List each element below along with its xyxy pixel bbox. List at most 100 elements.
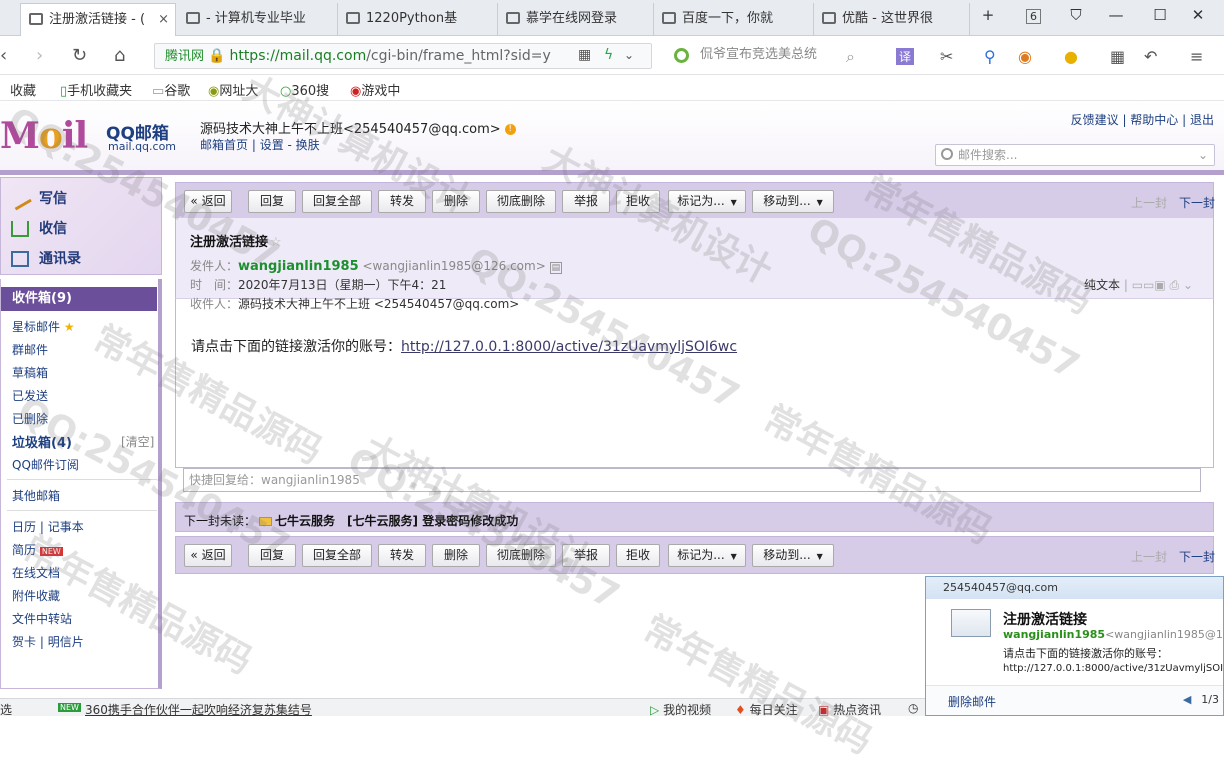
folder-sent[interactable]: 已发送	[12, 387, 48, 404]
notes-link[interactable]: 记事本	[48, 520, 84, 534]
transfer-link[interactable]: 文件中转站	[12, 610, 72, 627]
chevron-down-icon[interactable]: ⌄	[624, 48, 634, 62]
next-mail-link[interactable]: 下一封	[1179, 550, 1215, 564]
forward-button[interactable]: 转发	[378, 190, 426, 213]
folder-spam[interactable]: 垃圾箱(4)	[12, 432, 72, 451]
delete-permanently-button[interactable]: 彻底删除	[486, 544, 556, 567]
popup-delete-link[interactable]: 删除邮件	[948, 693, 996, 710]
maximize-button[interactable]: ☐	[1148, 6, 1172, 24]
folder-starred[interactable]: 星标邮件 ★	[12, 318, 75, 335]
next-unread-subject[interactable]: [七牛云服务] 登录密码修改成功	[347, 514, 518, 528]
folder-group[interactable]: 群邮件	[12, 341, 48, 358]
scissors-icon[interactable]: ✂	[940, 47, 953, 66]
sender-name[interactable]: wangjianlin1985	[238, 259, 359, 274]
docs-link[interactable]: 在线文档	[12, 564, 60, 581]
close-icon[interactable]: ×	[158, 4, 169, 35]
view-icons[interactable]: | ▭▭▣ ⎙ ⌄	[1124, 278, 1193, 292]
cards-link[interactable]: 贺卡	[12, 635, 36, 649]
receive-button[interactable]: 收信	[11, 218, 67, 238]
bookmark-favorites[interactable]: 收藏	[10, 80, 36, 99]
plain-text-toggle[interactable]: 纯文本 | ▭▭▣ ⎙ ⌄	[1084, 276, 1193, 293]
menu-icon[interactable]: ≡	[1190, 47, 1203, 66]
tab[interactable]: - 计算机专业毕业	[178, 3, 338, 36]
hot-news-link[interactable]: ▣ 热点资讯	[818, 701, 881, 718]
status-select[interactable]: 选	[0, 701, 12, 718]
prev-mail-link[interactable]: 上一封	[1131, 196, 1167, 210]
logout-link[interactable]: 退出	[1190, 113, 1214, 127]
report-button[interactable]: 举报	[562, 190, 610, 213]
help-link[interactable]: 帮助中心	[1130, 113, 1178, 127]
move-to-dropdown[interactable]: 移动到... ▼	[752, 544, 834, 567]
forward-button[interactable]: 转发	[378, 544, 426, 567]
grid-icon[interactable]: ▦	[578, 47, 591, 63]
qq-mail-logo[interactable]: Moil	[0, 115, 88, 157]
history-icon[interactable]: ◷	[908, 701, 918, 715]
feedback-link[interactable]: 反馈建议	[1071, 113, 1119, 127]
back-button[interactable]: « 返回	[184, 190, 232, 213]
contacts-button[interactable]: 通讯录	[11, 248, 81, 268]
back-icon[interactable]: ‹	[0, 45, 7, 66]
popup-subject[interactable]: 注册激活链接	[1003, 609, 1087, 629]
tab[interactable]: 慕学在线网登录	[498, 3, 654, 36]
close-window-button[interactable]: ✕	[1186, 6, 1210, 24]
bookmark-360[interactable]: ○360搜	[280, 80, 329, 99]
alert-icon[interactable]: !	[504, 124, 516, 135]
reply-button[interactable]: 回复	[248, 544, 296, 567]
new-tab-button[interactable]: +	[976, 6, 1000, 24]
compose-button[interactable]: 写信	[8, 187, 67, 211]
search-icon[interactable]: ⌕	[846, 47, 855, 67]
reject-button[interactable]: 拒收	[616, 190, 660, 213]
undo-icon[interactable]: ↶	[1144, 47, 1157, 66]
delete-permanently-button[interactable]: 彻底删除	[486, 190, 556, 213]
bookmark-mobile[interactable]: ▯手机收藏夹	[60, 80, 132, 99]
tab[interactable]: 百度一下，你就	[654, 3, 814, 36]
lightning-icon[interactable]: ϟ	[604, 47, 613, 63]
tab-count[interactable]: 6	[1026, 9, 1041, 24]
back-button[interactable]: « 返回	[184, 544, 232, 567]
move-to-dropdown[interactable]: 移动到... ▼	[752, 190, 834, 213]
calendar-link[interactable]: 日历	[12, 520, 36, 534]
bookmark-google[interactable]: ▭谷歌	[152, 80, 190, 99]
bookmark-games[interactable]: ◉游戏中	[350, 80, 400, 99]
tab-active[interactable]: 注册激活链接 - (×	[20, 3, 176, 36]
minimize-button[interactable]: —	[1104, 6, 1128, 24]
settings-link[interactable]: 设置	[260, 138, 284, 152]
daily-link[interactable]: ♦ 每日关注	[735, 701, 798, 718]
refresh-icon[interactable]: ↻	[72, 45, 87, 66]
tab[interactable]: 1220Python基	[338, 3, 498, 36]
report-button[interactable]: 举报	[562, 544, 610, 567]
coin-icon[interactable]: ●	[1064, 47, 1078, 66]
skin-link[interactable]: 换肤	[296, 138, 320, 152]
mark-as-dropdown[interactable]: 标记为... ▼	[668, 544, 746, 567]
shirt-icon[interactable]: ⛉	[1064, 6, 1088, 24]
reply-all-button[interactable]: 回复全部	[302, 544, 372, 567]
delete-button[interactable]: 删除	[432, 544, 480, 567]
bookmark-portal[interactable]: ◉网址大	[208, 80, 258, 99]
news-ticker[interactable]: 360携手合作伙伴一起吹响经济复苏集结号	[85, 701, 312, 718]
translate-icon[interactable]: 译	[896, 48, 915, 65]
magnifier-icon[interactable]: ⚲	[984, 47, 996, 66]
forward-icon[interactable]: ›	[36, 45, 43, 66]
reply-button[interactable]: 回复	[248, 190, 296, 213]
prev-mail-link[interactable]: 上一封	[1131, 550, 1167, 564]
clear-spam-link[interactable]: [清空]	[121, 433, 154, 450]
home-icon[interactable]: ⌂	[114, 45, 125, 66]
next-mail-link[interactable]: 下一封	[1179, 196, 1215, 210]
mail-home-link[interactable]: 邮箱首页	[200, 138, 248, 152]
folder-subscribe[interactable]: QQ邮件订阅	[12, 456, 79, 473]
new-mail-popup[interactable]: 254540457@qq.com 注册激活链接 wangjianlin1985<…	[925, 576, 1224, 716]
folder-drafts[interactable]: 草稿箱	[12, 364, 48, 381]
tab[interactable]: 优酷 - 这世界很	[814, 3, 970, 36]
mark-as-dropdown[interactable]: 标记为... ▼	[668, 190, 746, 213]
folder-deleted[interactable]: 已删除	[12, 410, 48, 427]
apps-icon[interactable]: ▦	[1110, 47, 1125, 66]
folder-inbox[interactable]: 收件箱(9)	[1, 287, 157, 311]
star-icon[interactable]: ☆	[270, 235, 282, 250]
resume-link[interactable]: 简历 NEW	[12, 541, 63, 558]
delete-button[interactable]: 删除	[432, 190, 480, 213]
reply-all-button[interactable]: 回复全部	[302, 190, 372, 213]
other-mailboxes[interactable]: 其他邮箱	[12, 487, 60, 504]
postcards-link[interactable]: 明信片	[48, 635, 84, 649]
mail-search-input[interactable]: 邮件搜索... ⌄	[935, 144, 1215, 166]
reject-button[interactable]: 拒收	[616, 544, 660, 567]
